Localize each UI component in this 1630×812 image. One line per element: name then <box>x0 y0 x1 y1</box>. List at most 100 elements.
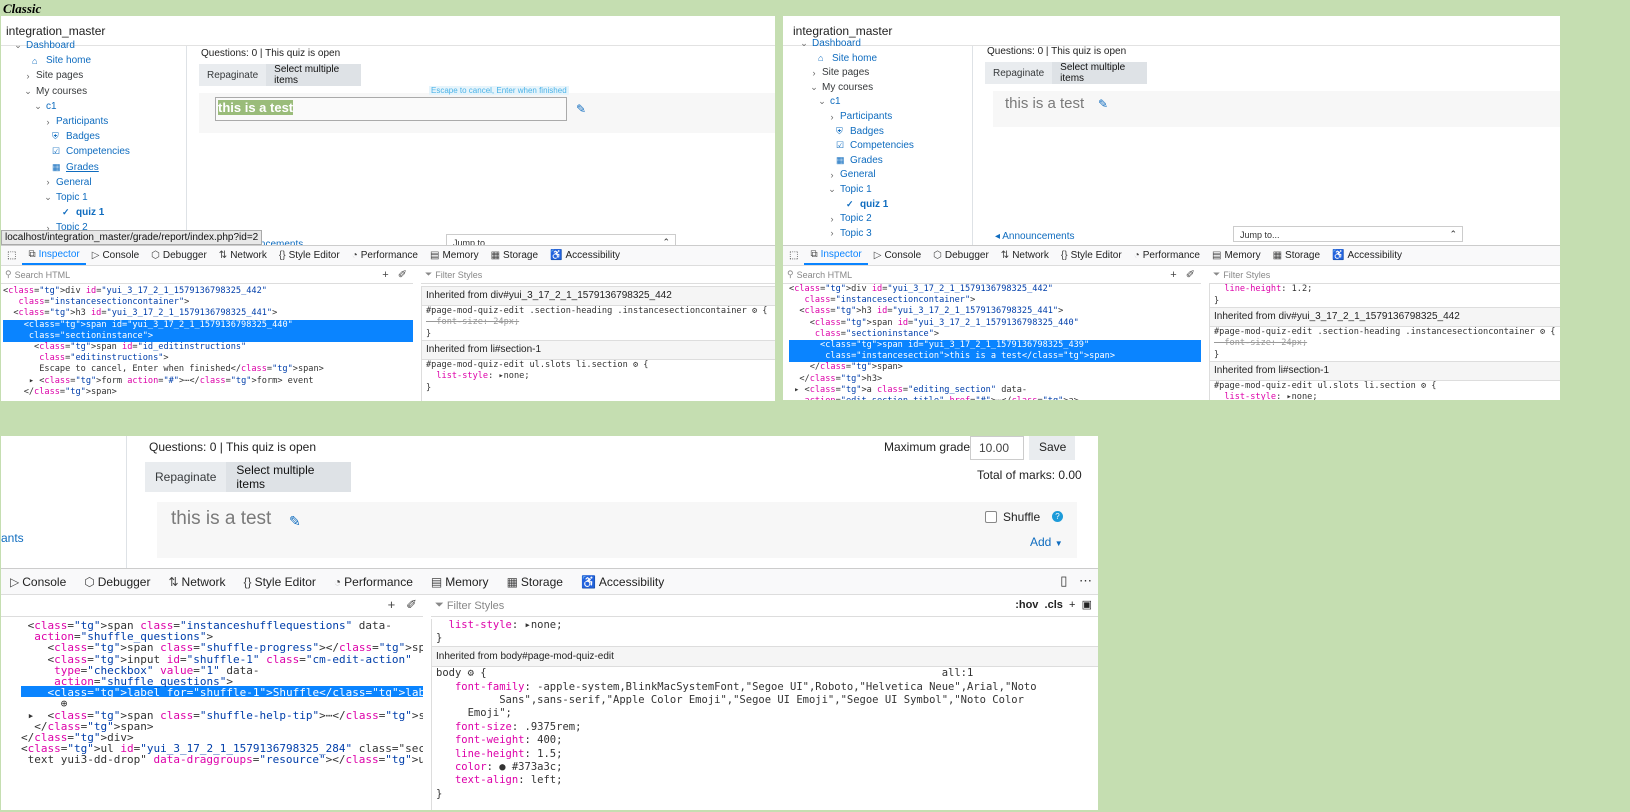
tab-storage[interactable]: ▦ Storage <box>485 246 544 265</box>
devtools-menu[interactable]: ▯ ⋯ <box>1060 573 1092 589</box>
announcements-link[interactable]: ◂ Announcements <box>995 231 1075 242</box>
html-tree[interactable]: <class="tg">span class="instanceshuffleq… <box>1 619 423 810</box>
jump-to-select[interactable]: Jump to... ⌃ <box>1233 226 1463 242</box>
html-node-line[interactable]: <class="tg">input id="shuffle-1" class="… <box>21 653 423 666</box>
html-node-line[interactable]: <class="tg">span id="id_editinstructions… <box>3 342 413 353</box>
html-node-line[interactable]: <class="tg">h3 id="yui_3_17_2_1_15791367… <box>3 308 413 319</box>
tab-inspector[interactable]: ⧉ Inspector <box>804 246 868 265</box>
tab-memory[interactable]: ▤ Memory <box>1206 246 1267 265</box>
html-node-line[interactable]: action="shuffle_questions"> <box>21 675 423 688</box>
nav-item-topic-2[interactable]: › Topic 2 <box>827 213 872 224</box>
nav-item-badges[interactable]: ⛨ Badges <box>823 126 884 137</box>
tab-storage[interactable]: ▦ Storage <box>498 569 572 594</box>
filter-styles-box[interactable]: ⏷ Filter Styles :hov .cls + ▣ <box>431 595 1098 617</box>
nav-item-grades[interactable]: ▦ Grades <box>823 155 883 166</box>
html-node-line[interactable]: <class="tg">span class="shuffle-progress… <box>21 641 423 654</box>
html-node-line[interactable]: <class="tg">span id="yui_3_17_2_1_157913… <box>3 319 413 331</box>
select-multiple-button[interactable]: Select multiple items <box>266 64 361 86</box>
search-html-box[interactable]: ⚲ Search HTML + ✐ <box>1 266 413 284</box>
html-node-line[interactable]: ▸ <class="tg">span class="shuffle-help-t… <box>21 709 423 722</box>
nav-item-topic-1[interactable]: ⌄ Topic 1 <box>43 192 87 203</box>
section-title-input[interactable]: this is a test <box>215 97 567 121</box>
shuffle-checkbox[interactable] <box>985 511 997 523</box>
nav-item-grades[interactable]: ▦ Grades <box>39 162 99 173</box>
html-node-line[interactable]: </class="tg">span> <box>789 362 1201 373</box>
nav-item-participants[interactable]: ants <box>1 531 24 545</box>
repaginate-button[interactable]: Repaginate <box>145 470 226 484</box>
html-node-line[interactable]: <class="tg">div id="yui_3_17_2_1_1579136… <box>789 284 1201 295</box>
select-multiple-button[interactable]: Select multiple items <box>226 462 351 492</box>
html-node-line[interactable]: class="instancesectioncontainer"> <box>789 295 1201 306</box>
tab-console[interactable]: ▷ Console <box>868 246 927 265</box>
nav-item-c1[interactable]: ⌄ c1 <box>817 96 840 107</box>
html-node-line[interactable]: ▸ <class="tg">form action="#">⋯</class="… <box>3 376 413 387</box>
tab-style-editor[interactable]: {} Style Editor <box>273 246 346 265</box>
nav-item-quiz-1[interactable]: ✓ quiz 1 <box>49 207 104 218</box>
tab-storage[interactable]: ▦ Storage <box>1267 246 1326 265</box>
tab-debugger[interactable]: ⬡ Debugger <box>145 246 213 265</box>
add-node-picker-icons[interactable]: + ✐ <box>382 268 407 281</box>
nav-item-participants[interactable]: › Participants <box>43 116 109 127</box>
html-node-line[interactable]: </class="tg">span> <box>3 387 413 398</box>
html-node-line[interactable]: <class="tg">span id="yui_3_17_2_1_157913… <box>789 318 1201 329</box>
nav-item-dashboard[interactable]: ⌄ Dashboard <box>799 38 861 49</box>
nav-item-site-home[interactable]: ⌂ Site home <box>19 55 91 66</box>
overflow-menu-icon[interactable]: ⋯ <box>1079 573 1092 588</box>
html-node-line[interactable]: class="instancesection">this is a test</… <box>789 351 1201 363</box>
tab-performance[interactable]: ◔ Performance <box>1128 246 1206 265</box>
nav-item-site-pages[interactable]: › Site pages <box>809 67 870 78</box>
html-node-line[interactable]: <class="tg">label for="shuffle-1">Shuffl… <box>21 686 423 699</box>
add-node-picker-icons[interactable]: + ✐ <box>388 597 417 613</box>
nav-item-topic-3[interactable]: › Topic 3 <box>827 228 872 239</box>
help-icon[interactable]: ? <box>1052 511 1063 522</box>
html-node-line[interactable]: Escape to cancel, Enter when finished</c… <box>3 364 413 375</box>
nav-item-participants[interactable]: › Participants <box>827 111 893 122</box>
html-tree[interactable]: <class="tg">div id="yui_3_17_2_1_1579136… <box>783 284 1201 400</box>
filter-styles-box[interactable]: ⏷ Filter Styles <box>421 266 775 284</box>
nav-item-general[interactable]: › General <box>827 169 876 180</box>
element-picker-icon[interactable]: ⬚ <box>1 246 22 265</box>
repaginate-button[interactable]: Repaginate <box>985 68 1052 79</box>
nav-item-my-courses[interactable]: ⌄ My courses <box>809 82 873 93</box>
tab-debugger[interactable]: ⬡ Debugger <box>75 569 159 594</box>
nav-item-topic-1[interactable]: ⌄ Topic 1 <box>827 184 871 195</box>
tab-console[interactable]: ▷ Console <box>1 569 75 594</box>
html-node-line[interactable]: </class="tg">div> <box>21 731 423 744</box>
nav-item-site-pages[interactable]: › Site pages <box>23 70 84 81</box>
html-node-line[interactable]: ▸ <class="tg">a class="editing_section" … <box>789 385 1201 396</box>
shuffle-label[interactable]: Shuffle <box>1003 510 1040 524</box>
tab-accessibility[interactable]: ♿ Accessibility <box>572 569 673 594</box>
html-node-line[interactable]: class="editinstructions"> <box>3 353 413 364</box>
nav-item-c1[interactable]: ⌄ c1 <box>33 101 56 112</box>
tab-performance[interactable]: ◔ Performance <box>346 246 424 265</box>
html-node-line[interactable]: class="sectioninstance"> <box>789 329 1201 340</box>
add-node-picker-icons[interactable]: + ✐ <box>1170 268 1195 281</box>
hov-toggle[interactable]: :hov <box>1015 599 1038 611</box>
tab-network[interactable]: ⇅ Network <box>995 246 1055 265</box>
element-picker-icon[interactable]: ⬚ <box>783 246 804 265</box>
select-multiple-button[interactable]: Select multiple items <box>1052 62 1147 84</box>
nav-item-my-courses[interactable]: ⌄ My courses <box>23 86 87 97</box>
pencil-icon[interactable]: ✎ <box>576 102 586 116</box>
tab-performance[interactable]: ◔ Performance <box>325 569 422 594</box>
html-node-line[interactable]: class="instancesectioncontainer"> <box>3 297 413 308</box>
save-button[interactable]: Save <box>1029 436 1075 460</box>
html-node-line[interactable]: <class="tg">span class="instanceshuffleq… <box>21 619 423 632</box>
html-node-line[interactable]: class="sectioninstance"> <box>3 330 413 342</box>
tab-memory[interactable]: ▤ Memory <box>424 246 485 265</box>
cls-toggle[interactable]: .cls <box>1045 599 1063 611</box>
tab-console[interactable]: ▷ Console <box>86 246 145 265</box>
tab-network[interactable]: ⇅ Network <box>213 246 273 265</box>
nav-item-general[interactable]: › General <box>43 177 92 188</box>
html-node-line[interactable]: text yui3-dd-drop" data-draggroups="reso… <box>21 753 423 766</box>
search-html-box[interactable]: ⚲ Search HTML + ✐ <box>783 266 1201 284</box>
html-node-line[interactable]: action="edit_section_title" href="#">⋯</… <box>789 396 1201 400</box>
tab-inspector[interactable]: ⧉ Inspector <box>22 246 86 265</box>
pencil-icon[interactable]: ✎ <box>1098 97 1108 111</box>
html-node-line[interactable]: <class="tg">span id="yui_3_17_2_1_157913… <box>789 339 1201 352</box>
html-node-line[interactable]: <class="tg">ul id="yui_3_17_2_1_15791367… <box>21 742 423 755</box>
filter-styles-box[interactable]: ⏷ Filter Styles <box>1209 266 1560 284</box>
max-grade-input[interactable]: 10.00 <box>970 436 1024 460</box>
print-icon[interactable]: ▣ <box>1082 599 1092 611</box>
nav-item-site-home[interactable]: ⌂ Site home <box>805 53 877 64</box>
